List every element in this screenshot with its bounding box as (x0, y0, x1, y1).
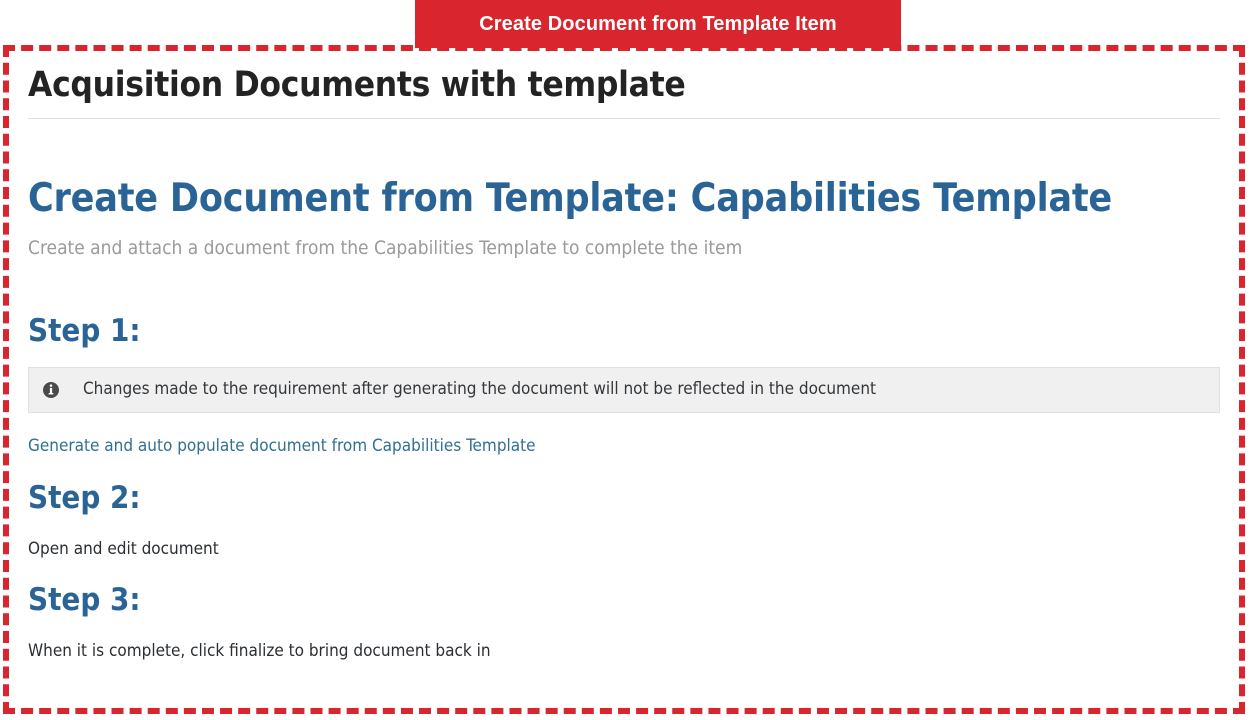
page-title: Acquisition Documents with template (28, 65, 686, 105)
document-heading: Create Document from Template: Capabilit… (28, 176, 1113, 222)
document-subheading: Create and attach a document from the Ca… (28, 237, 743, 260)
generate-document-link[interactable]: Generate and auto populate document from… (28, 413, 536, 456)
step-2-heading: Step 2: (28, 479, 141, 516)
step-1-heading: Step 1: (28, 312, 141, 349)
document-body: Create Document from Template: Capabilit… (9, 119, 1239, 661)
step-3-text: When it is complete, click finalize to b… (28, 640, 491, 661)
page-content-area: Acquisition Documents with template Crea… (9, 51, 1239, 708)
info-circle-icon (43, 381, 59, 398)
annotation-banner-label: Create Document from Template Item (479, 13, 837, 35)
step-2-text: Open and edit document (28, 538, 219, 559)
step-3-heading: Step 3: (28, 581, 141, 618)
info-alert-text: Changes made to the requirement after ge… (83, 379, 877, 400)
annotation-banner: Create Document from Template Item (415, 0, 901, 48)
info-alert: Changes made to the requirement after ge… (28, 366, 1220, 413)
